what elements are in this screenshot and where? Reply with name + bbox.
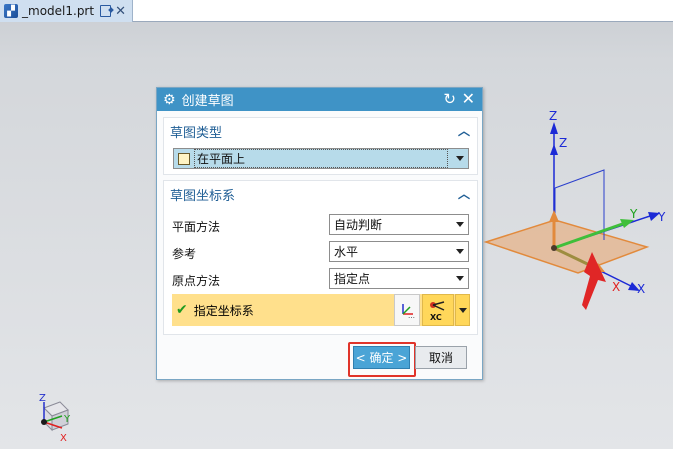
close-tab-icon[interactable]: ✕: [115, 5, 126, 18]
sketch-csys-section: 草图坐标系 ︿ 平面方法 自动判断 参考 水平 原点方法 指定点 ✔ 指定坐标系: [163, 180, 478, 335]
origin-method-label: 原点方法: [172, 274, 221, 288]
yc-label: Y: [657, 210, 666, 224]
collapse-icon[interactable]: ︿: [458, 122, 470, 139]
origin-method-select[interactable]: 指定点: [329, 268, 469, 289]
plane-method-value: 自动判断: [334, 218, 383, 232]
chevron-down-icon[interactable]: [456, 222, 464, 227]
collapse-icon[interactable]: ︿: [458, 185, 470, 202]
svg-text:XC: XC: [430, 313, 442, 322]
sketch-type-header[interactable]: 草图类型 ︿: [164, 118, 477, 144]
mini-x-label: X: [60, 433, 67, 444]
csys-icon: …: [402, 304, 415, 319]
sketch-type-value: 在平面上: [194, 149, 448, 168]
xc-label: X: [637, 282, 645, 296]
plane-sketch-icon: [178, 152, 190, 165]
chevron-down-icon[interactable]: [456, 276, 464, 281]
csys-dialog-button[interactable]: …: [394, 294, 420, 326]
z-label: Z: [559, 136, 567, 150]
chevron-down-icon[interactable]: [456, 249, 464, 254]
checkmark-icon: ✔: [176, 302, 188, 318]
chevron-down-icon[interactable]: [459, 308, 467, 313]
sketch-csys-title: 草图坐标系: [170, 188, 236, 204]
datum-csys-graphic: Z Z Y Y X X: [483, 109, 666, 310]
sketch-type-section: 草图类型 ︿ 在平面上: [163, 117, 478, 175]
plane-method-label: 平面方法: [172, 220, 221, 234]
ok-button[interactable]: < 确定 >: [353, 346, 410, 369]
xc-csys-icon: XC: [430, 301, 445, 322]
sketch-plane[interactable]: [483, 219, 650, 274]
document-tab-bar: ▞ _model1.prt ✕: [0, 0, 673, 22]
dialog-title: 创建草图: [181, 94, 234, 109]
x-label: X: [612, 280, 620, 294]
y-label: Y: [629, 207, 638, 221]
specify-csys-label: 指定坐标系: [193, 303, 254, 318]
sketch-csys-header[interactable]: 草图坐标系 ︿: [164, 181, 477, 207]
svg-text:…: …: [408, 312, 415, 319]
view-triad: Z Y X: [39, 393, 71, 444]
mini-y-label: Y: [63, 414, 71, 425]
z-arrow-head: [550, 144, 558, 155]
zc-label: Z: [549, 109, 557, 123]
z-arrow-head-top: [550, 122, 558, 134]
inferred-csys-button[interactable]: XC: [422, 294, 454, 326]
modified-icon: [100, 5, 112, 17]
sketch-type-title: 草图类型: [170, 125, 223, 141]
reference-label: 参考: [172, 247, 197, 261]
part-file-icon: ▞: [4, 4, 18, 18]
sketch-type-select[interactable]: 在平面上: [173, 148, 469, 169]
origin-method-value: 指定点: [334, 272, 371, 286]
chevron-down-icon[interactable]: [456, 156, 464, 161]
reset-icon[interactable]: ↻: [443, 90, 456, 108]
plane-method-select[interactable]: 自动判断: [329, 214, 469, 235]
origin-point[interactable]: [551, 245, 557, 251]
mini-z-label: Z: [39, 393, 46, 404]
create-sketch-dialog: ⚙ 创建草图 ↻ ✕ 草图类型 ︿ 在平面上 草图坐标系 ︿ 平面方法 自动判断…: [156, 87, 483, 380]
cancel-button[interactable]: 取消: [415, 346, 467, 369]
reference-select[interactable]: 水平: [329, 241, 469, 262]
csys-dropdown-button[interactable]: [455, 294, 470, 326]
gear-icon[interactable]: ⚙: [163, 93, 176, 107]
dialog-title-bar[interactable]: ⚙ 创建草图 ↻ ✕: [157, 88, 482, 111]
z-handle-head[interactable]: [549, 210, 559, 222]
reference-value: 水平: [334, 245, 359, 259]
document-tab[interactable]: ▞ _model1.prt ✕: [0, 0, 133, 22]
tab-title: _model1.prt: [22, 4, 95, 18]
close-icon[interactable]: ✕: [462, 89, 475, 109]
